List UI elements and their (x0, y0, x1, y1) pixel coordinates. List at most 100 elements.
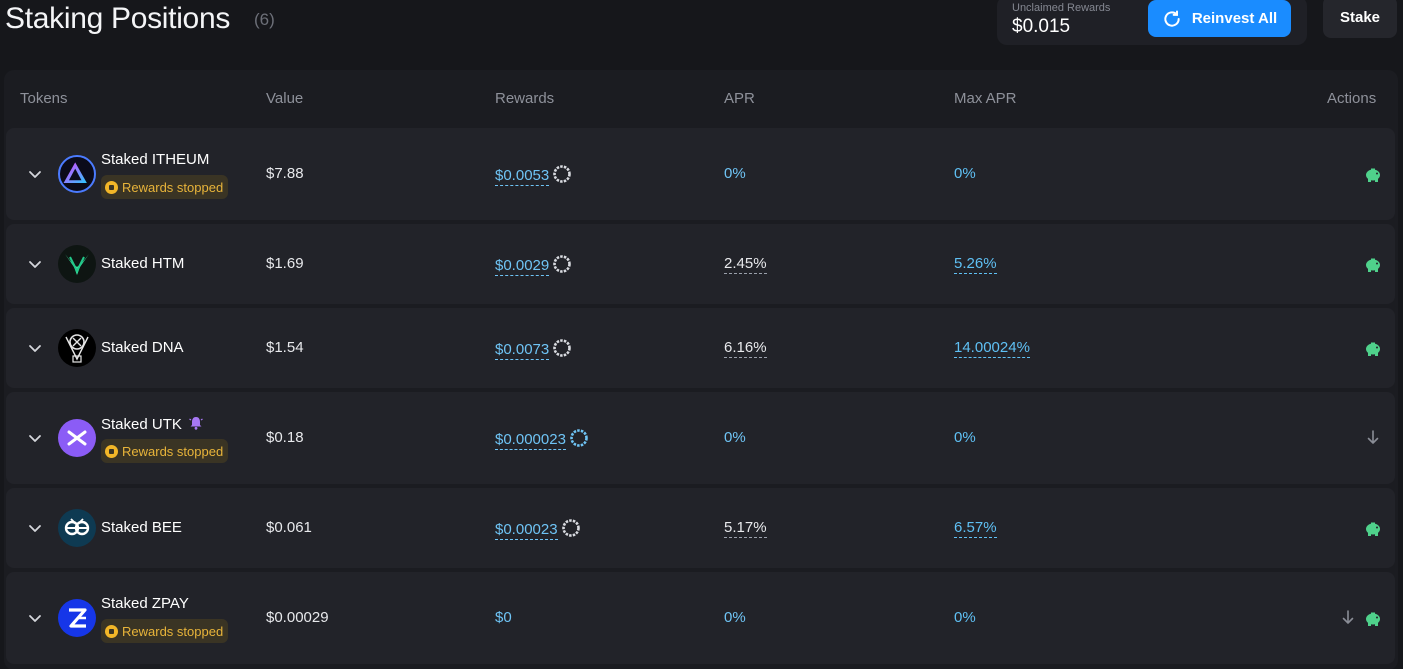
chevron-down-icon[interactable] (28, 257, 42, 271)
rewards-stopped-badge: Rewards stopped (101, 175, 229, 199)
apr-text: 0% (724, 429, 746, 446)
column-header-max-apr: Max APR (954, 90, 1017, 107)
zpay-token-logo (58, 599, 96, 637)
max-apr-value: 0% (954, 609, 976, 626)
apr-value[interactable]: 5.17% (724, 519, 767, 538)
position-value: $0.18 (266, 429, 304, 446)
rewards-cell[interactable]: $0.000023 (495, 428, 589, 450)
rewards-cell: $0 (495, 609, 512, 626)
positions-count: (6) (254, 10, 275, 29)
badge-label: Rewards stopped (122, 623, 224, 639)
progress-ring-icon (570, 429, 588, 447)
apr-value: 0% (724, 429, 746, 446)
column-header-tokens: Tokens (20, 90, 68, 107)
position-value: $7.88 (266, 165, 304, 182)
piggy-bank-icon[interactable] (1364, 167, 1382, 182)
table-row[interactable]: Staked UTK Rewards stopped $0.18 $0.0000… (6, 392, 1395, 484)
apr-text[interactable]: 5.17% (724, 519, 767, 538)
coin-icon (105, 180, 118, 194)
page-title: Staking Positions (5, 2, 231, 35)
piggy-bank-icon[interactable] (1364, 257, 1382, 272)
max-apr-value[interactable]: 14.00024% (954, 339, 1030, 358)
progress-ring-icon (553, 255, 572, 273)
table-row[interactable]: Staked HTM $1.69 $0.0029 2.45% 5.26% (6, 224, 1395, 304)
max-apr-value: 0% (954, 165, 976, 182)
max-apr-text[interactable]: 5.26% (954, 255, 997, 274)
token-name: Staked BEE (101, 519, 182, 536)
token-name-text: Staked UTK (101, 416, 182, 433)
coin-icon (105, 624, 118, 638)
token-name: Staked UTK (101, 415, 204, 433)
stake-button[interactable]: Stake (1323, 0, 1397, 38)
apr-text: 0% (724, 165, 746, 182)
chevron-down-icon[interactable] (28, 167, 42, 181)
rewards-cell[interactable]: $0.0029 (495, 254, 572, 276)
coin-icon (105, 444, 118, 458)
rewards-stopped-badge: Rewards stopped (101, 439, 229, 463)
position-value: $0.00029 (266, 609, 329, 626)
rewards-cell[interactable]: $0.0073 (495, 338, 572, 360)
staking-positions-table: Tokens Value Rewards APR Max APR Actions… (4, 70, 1398, 669)
rewards-amount[interactable]: $0.000023 (495, 431, 566, 450)
arrow-down-icon[interactable] (1342, 610, 1354, 625)
bell-icon[interactable] (188, 415, 204, 431)
max-apr-text[interactable]: 14.00024% (954, 339, 1030, 358)
token-name: Staked HTM (101, 255, 185, 272)
rewards-amount: $0 (495, 609, 512, 626)
piggy-bank-icon[interactable] (1364, 611, 1382, 626)
rewards-stopped-badge: Rewards stopped (101, 619, 229, 643)
chevron-down-icon[interactable] (28, 611, 42, 625)
table-row[interactable]: Staked ZPAY Rewards stopped $0.00029 $0 … (6, 572, 1395, 664)
table-row[interactable]: Staked ITHEUM Rewards stopped $7.88 $0.0… (6, 128, 1395, 220)
table-row[interactable]: Staked BEE $0.061 $0.00023 5.17% 6.57% (6, 488, 1395, 568)
table-row[interactable]: Staked DNA $1.54 $0.0073 6.16% 14.00024% (6, 308, 1395, 388)
rewards-amount[interactable]: $0.0053 (495, 167, 550, 186)
token-name: Staked ZPAY (101, 595, 189, 612)
apr-value[interactable]: 6.16% (724, 339, 767, 358)
piggy-bank-icon[interactable] (1364, 521, 1382, 536)
dna-token-logo (58, 329, 96, 367)
arrow-down-icon[interactable] (1367, 430, 1379, 445)
chevron-down-icon[interactable] (28, 521, 42, 535)
reinvest-all-label: Reinvest All (1191, 10, 1278, 27)
token-name: Staked DNA (101, 339, 184, 356)
token-name: Staked ITHEUM (101, 151, 210, 168)
htm-token-logo (58, 245, 96, 283)
position-value: $1.69 (266, 255, 304, 272)
rewards-amount[interactable]: $0.0029 (495, 257, 550, 276)
max-apr-text[interactable]: 6.57% (954, 519, 997, 538)
rewards-amount[interactable]: $0.0073 (495, 341, 550, 360)
badge-label: Rewards stopped (122, 179, 224, 195)
apr-value: 0% (724, 165, 746, 182)
column-header-apr: APR (724, 90, 755, 107)
max-apr-value: 0% (954, 429, 976, 446)
position-value: $0.061 (266, 519, 312, 536)
apr-text[interactable]: 6.16% (724, 339, 767, 358)
column-header-value: Value (266, 90, 304, 107)
reinvest-all-button[interactable]: Reinvest All (1148, 0, 1291, 37)
column-header-actions: Actions (1327, 90, 1377, 107)
itheum-token-logo (58, 155, 96, 193)
apr-text: 0% (724, 609, 746, 626)
unclaimed-rewards-label: Unclaimed Rewards (1012, 2, 1111, 14)
rewards-amount[interactable]: $0.00023 (495, 521, 558, 540)
chevron-down-icon[interactable] (28, 341, 42, 355)
column-header-rewards: Rewards (495, 90, 555, 107)
refresh-icon (1164, 10, 1180, 27)
piggy-bank-icon[interactable] (1364, 341, 1382, 356)
badge-label: Rewards stopped (122, 443, 224, 459)
apr-value[interactable]: 2.45% (724, 255, 767, 274)
apr-value: 0% (724, 609, 746, 626)
unclaimed-rewards-panel: Unclaimed Rewards $0.015 Reinvest All (997, 0, 1307, 45)
chevron-down-icon[interactable] (28, 431, 42, 445)
apr-text[interactable]: 2.45% (724, 255, 767, 274)
position-value: $1.54 (266, 339, 304, 356)
progress-ring-icon (553, 339, 572, 357)
unclaimed-rewards-value: $0.015 (1012, 16, 1071, 37)
rewards-cell[interactable]: $0.00023 (495, 518, 581, 540)
utk-token-logo (58, 419, 96, 457)
progress-ring-icon (553, 165, 572, 183)
max-apr-value[interactable]: 6.57% (954, 519, 997, 538)
rewards-cell[interactable]: $0.0053 (495, 164, 572, 186)
max-apr-value[interactable]: 5.26% (954, 255, 997, 274)
